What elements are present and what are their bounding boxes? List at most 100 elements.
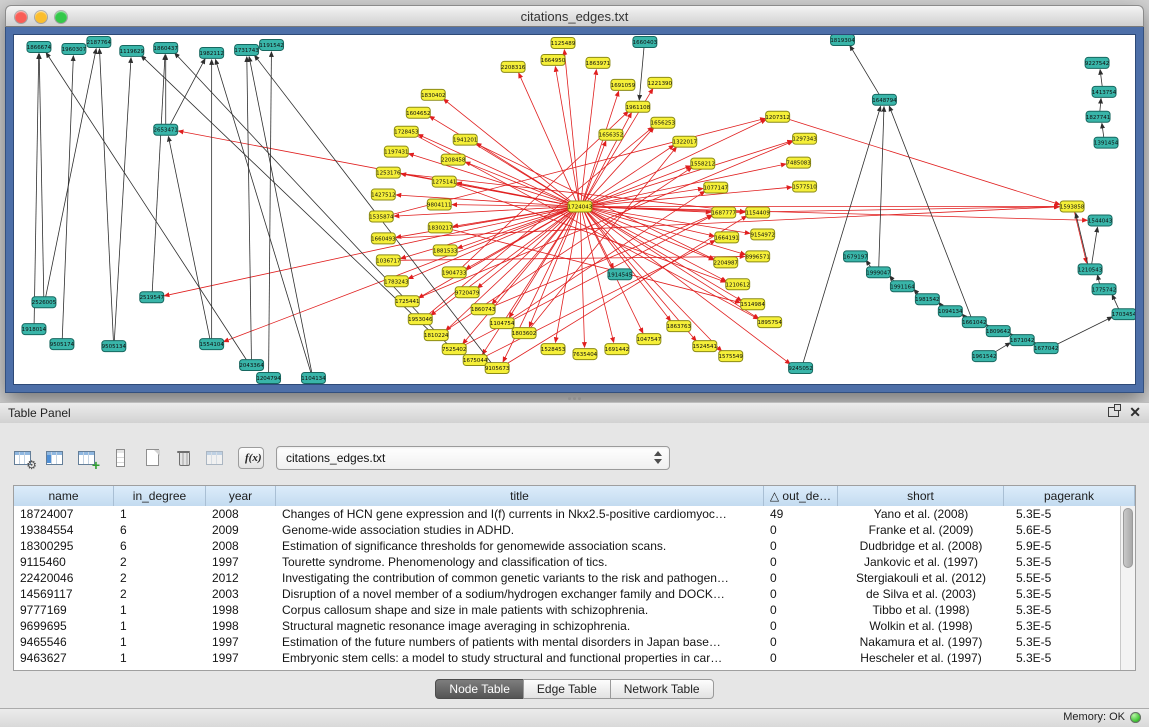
show-columns-button[interactable] — [44, 446, 68, 470]
graph-node[interactable]: 1679197 — [843, 251, 868, 262]
graph-node[interactable]: 9505134 — [102, 341, 127, 352]
table-row[interactable]: 1830029562008Estimation of significance … — [14, 538, 1120, 554]
graph-edge[interactable] — [444, 99, 575, 204]
column-header-pagerank[interactable]: pagerank — [1004, 486, 1135, 506]
graph-edge[interactable] — [465, 162, 573, 205]
column-header-title[interactable]: title — [276, 486, 764, 506]
graph-node[interactable]: 1724043 — [568, 201, 593, 212]
table-row[interactable]: 969969511998Structural magnetic resonanc… — [14, 618, 1120, 634]
graph-edge[interactable] — [1100, 99, 1101, 113]
column-header-year[interactable]: year — [206, 486, 276, 506]
graph-edge[interactable] — [152, 55, 165, 293]
graph-node[interactable]: 1918014 — [22, 324, 47, 335]
graph-edge[interactable] — [555, 67, 578, 203]
graph-node[interactable]: 2187764 — [87, 36, 112, 47]
close-panel-icon[interactable]: ✕ — [1129, 405, 1141, 419]
graph-node[interactable]: 1982112 — [199, 47, 223, 58]
graph-node[interactable]: 1528453 — [541, 344, 566, 355]
graph-edge[interactable] — [34, 54, 39, 325]
graph-node[interactable]: 1077147 — [704, 182, 729, 193]
graph-node[interactable]: 2204987 — [714, 257, 739, 268]
graph-node[interactable]: 1221390 — [648, 77, 673, 88]
graph-node[interactable]: 1427512 — [371, 189, 395, 200]
graph-edge[interactable] — [418, 134, 573, 204]
graph-node[interactable]: 1827741 — [1086, 111, 1110, 122]
graph-node[interactable]: 1660493 — [371, 233, 396, 244]
graph-edge[interactable] — [1100, 70, 1102, 88]
graph-edge[interactable] — [45, 49, 96, 299]
graph-node[interactable]: 9804111 — [427, 199, 451, 210]
graph-edge[interactable] — [216, 60, 312, 375]
graph-node[interactable]: 1895754 — [757, 317, 782, 328]
table-vertical-scrollbar[interactable] — [1120, 506, 1135, 670]
graph-node[interactable]: 1664950 — [541, 54, 566, 65]
graph-edge[interactable] — [587, 141, 792, 206]
table-mode-button[interactable] — [12, 446, 36, 470]
graph-node[interactable]: 1725441 — [395, 296, 419, 307]
graph-edge[interactable] — [1076, 213, 1088, 265]
column-header-short[interactable]: short — [838, 486, 1004, 506]
graph-node[interactable]: 1036717 — [376, 255, 401, 266]
graph-node[interactable]: 1210543 — [1078, 264, 1103, 275]
graph-edge[interactable] — [1053, 317, 1113, 347]
graph-node[interactable]: 9505174 — [50, 339, 75, 350]
graph-node[interactable]: 2653471 — [154, 124, 178, 135]
graph-node[interactable]: 1904733 — [442, 267, 467, 278]
graph-node[interactable]: 1703454 — [1112, 309, 1135, 320]
table-selector-combo[interactable]: citations_edges.txt — [276, 446, 670, 470]
graph-node[interactable]: 1094134 — [938, 306, 963, 317]
graph-node[interactable]: 1871042 — [1010, 335, 1034, 346]
graph-node[interactable]: 1860437 — [154, 42, 179, 53]
graph-node[interactable]: 1253176 — [376, 167, 401, 178]
graph-node[interactable]: 1558212 — [691, 158, 715, 169]
graph-node[interactable]: 1322017 — [673, 136, 698, 147]
graph-edge[interactable] — [587, 164, 786, 206]
graph-node[interactable]: 1535874 — [369, 211, 394, 222]
graph-node[interactable]: 1660403 — [633, 36, 658, 47]
graph-edge[interactable] — [39, 54, 44, 298]
graph-node[interactable]: 1593858 — [1060, 201, 1085, 212]
graph-node[interactable]: 1544043 — [1088, 215, 1113, 226]
graph-node[interactable]: 1981542 — [915, 294, 939, 305]
graph-node[interactable]: 1953046 — [408, 314, 433, 325]
graph-node[interactable]: 1297343 — [792, 133, 817, 144]
graph-edge[interactable] — [168, 137, 210, 341]
graph-edge[interactable] — [249, 57, 312, 374]
graph-node[interactable]: 1991164 — [890, 281, 915, 292]
graph-node[interactable]: 1960307 — [62, 43, 87, 54]
table-row[interactable]: 2242004622012Investigating the contribut… — [14, 570, 1120, 586]
graph-node[interactable]: 1204794 — [256, 373, 281, 384]
graph-node[interactable]: 1207312 — [765, 111, 789, 122]
graph-node[interactable]: 1664191 — [715, 232, 739, 243]
graph-node[interactable]: 1125489 — [551, 37, 576, 48]
graph-node[interactable]: 1604652 — [406, 107, 430, 118]
graph-node[interactable]: 1554104 — [199, 339, 224, 350]
graph-node[interactable]: 7485083 — [786, 157, 811, 168]
table-row[interactable]: 977716911998Corpus callosum shape and si… — [14, 602, 1120, 618]
table-row[interactable]: 1456911722003Disruption of a novel membe… — [14, 586, 1120, 602]
table-row[interactable]: 946554611997Estimation of the future num… — [14, 634, 1120, 650]
graph-node[interactable]: 2526005 — [32, 297, 56, 308]
table-row[interactable]: 946362711997Embryonic stem cells: a mode… — [14, 650, 1120, 666]
graph-edge[interactable] — [269, 52, 272, 374]
network-canvas[interactable]: 1724043183040216046521728453119743112531… — [14, 35, 1135, 384]
graph-node[interactable]: 1809642 — [986, 326, 1010, 337]
float-panel-icon[interactable] — [1108, 407, 1119, 417]
tab-network-table[interactable]: Network Table — [610, 679, 714, 699]
graph-node[interactable]: 1803602 — [512, 328, 536, 339]
graph-node[interactable]: 9720479 — [455, 287, 480, 298]
panel-splitter-handle[interactable] — [564, 395, 584, 401]
graph-edge[interactable] — [508, 191, 705, 321]
graph-node[interactable]: 1914545 — [608, 269, 632, 280]
graph-node[interactable]: 7525402 — [442, 344, 466, 355]
graph-node[interactable]: 1860743 — [471, 304, 496, 315]
graph-node[interactable]: 1830217 — [428, 222, 453, 233]
column-header-name[interactable]: name — [14, 486, 114, 506]
graph-edge[interactable] — [99, 49, 113, 342]
graph-node[interactable]: 1154409 — [745, 207, 770, 218]
delete-table-button[interactable] — [172, 446, 196, 470]
graph-node[interactable]: 1104134 — [301, 373, 326, 384]
graph-node[interactable]: 7635404 — [573, 349, 598, 360]
create-column-button[interactable] — [76, 446, 100, 470]
graph-node[interactable]: 2208458 — [441, 154, 466, 165]
